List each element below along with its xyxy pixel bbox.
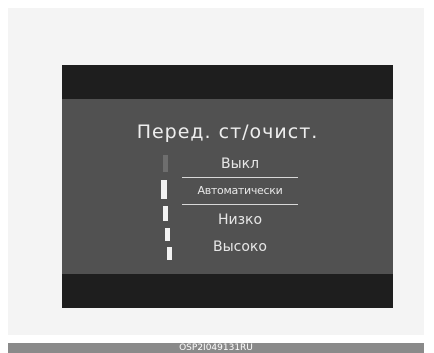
option-auto[interactable]: Автоматически — [182, 177, 298, 205]
cluster-screen: Перед. ст/очист. Выкл Автоматически Низк… — [62, 65, 393, 308]
level-bar-auto — [161, 180, 167, 199]
image-caption: OSP2I049131RU — [8, 343, 424, 353]
bottom-band — [62, 274, 393, 308]
level-bar-mid — [165, 228, 170, 241]
display-frame: Перед. ст/очист. Выкл Автоматически Низк… — [8, 8, 424, 335]
option-off[interactable]: Выкл — [182, 152, 298, 176]
level-bar-low — [163, 206, 168, 221]
level-bar-high — [167, 247, 172, 260]
level-bar-off — [163, 155, 168, 172]
option-high[interactable]: Высоко — [182, 235, 298, 259]
option-low[interactable]: Низко — [182, 208, 298, 232]
option-menu: Выкл Автоматически Низко Высоко — [62, 65, 393, 308]
